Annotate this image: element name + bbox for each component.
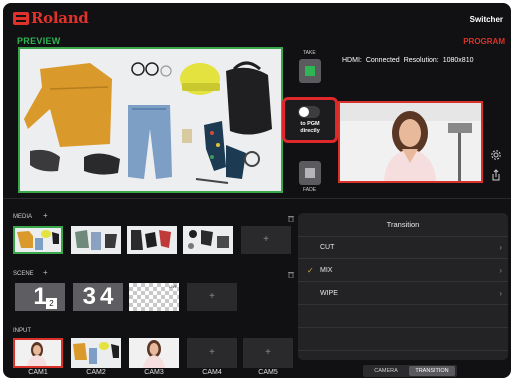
program-label: PROGRAM bbox=[463, 37, 505, 46]
transition-empty-row bbox=[298, 306, 508, 328]
scene-trash-icon[interactable] bbox=[288, 271, 294, 278]
pgm-label-line1: to PGM bbox=[300, 121, 320, 127]
chevron-right-icon: › bbox=[499, 289, 502, 298]
scene-add-button[interactable]: + bbox=[43, 268, 48, 277]
media-thumb-image bbox=[15, 228, 61, 252]
transition-panel: Transition CUT › ✓ MIX › WIPE › bbox=[298, 213, 508, 360]
cam1-input[interactable] bbox=[13, 338, 63, 368]
section-divider bbox=[3, 198, 511, 199]
cam3-label: CAM3 bbox=[144, 369, 164, 376]
option-label: MIX bbox=[320, 267, 333, 274]
preview-label: PREVIEW bbox=[17, 36, 61, 46]
fade-button[interactable] bbox=[299, 161, 321, 185]
cam5-empty-slot[interactable]: + bbox=[243, 338, 293, 368]
transition-empty-row bbox=[298, 329, 508, 351]
media-thumb-4[interactable] bbox=[183, 226, 233, 254]
scene-1-button[interactable]: 1 2 bbox=[15, 283, 65, 311]
program-image bbox=[340, 103, 481, 181]
cam1-thumb-image bbox=[15, 340, 61, 366]
brand-logo-text: Roland bbox=[31, 9, 89, 27]
scene-sub-number: 2 bbox=[46, 298, 57, 309]
take-square-icon bbox=[305, 66, 315, 76]
fade-label: FADE bbox=[303, 187, 317, 193]
transition-option-mix[interactable]: ✓ MIX › bbox=[298, 260, 508, 282]
to-pgm-directly-label: to PGM directly bbox=[285, 121, 335, 135]
cam3-input[interactable] bbox=[129, 338, 179, 368]
resolution-value: 1080x810 bbox=[442, 57, 474, 64]
scene-number: 3 bbox=[82, 283, 96, 310]
hdmi-connection: Connected bbox=[365, 57, 400, 64]
cam4-empty-slot[interactable]: + bbox=[187, 338, 237, 368]
cam2-input[interactable] bbox=[71, 338, 121, 368]
option-label: WIPE bbox=[320, 290, 338, 297]
roland-logo-icon bbox=[13, 12, 29, 25]
scene-2-button[interactable]: 34 bbox=[73, 283, 123, 311]
preview-monitor[interactable] bbox=[18, 47, 283, 193]
preview-image bbox=[20, 49, 281, 191]
transition-title: Transition bbox=[298, 213, 508, 237]
option-label: CUT bbox=[320, 244, 335, 251]
pgm-label-line2: directly bbox=[300, 128, 320, 134]
cam2-label: CAM2 bbox=[86, 369, 106, 376]
cam4-label: CAM4 bbox=[202, 369, 222, 376]
fade-square-icon bbox=[305, 168, 315, 178]
scene-add-slot[interactable]: + bbox=[187, 283, 237, 311]
hdmi-label: HDMI: bbox=[342, 57, 362, 64]
input-label: INPUT bbox=[13, 328, 31, 334]
media-thumb-image bbox=[127, 226, 177, 254]
toggle-switch[interactable] bbox=[298, 106, 320, 118]
cam1-label: CAM1 bbox=[28, 369, 48, 376]
media-trash-icon[interactable] bbox=[288, 215, 294, 222]
tab-camera[interactable]: CAMERA bbox=[365, 366, 407, 376]
take-label: TAKE bbox=[303, 50, 316, 56]
to-pgm-directly-toggle[interactable]: to PGM directly bbox=[282, 97, 338, 143]
scene-number: 1 bbox=[33, 283, 47, 310]
share-icon[interactable] bbox=[490, 169, 502, 181]
checkmark-icon: ✓ bbox=[307, 266, 314, 275]
cam3-thumb-image bbox=[129, 338, 179, 368]
scene-number: 4 bbox=[100, 283, 114, 310]
chevron-right-icon: › bbox=[499, 243, 502, 252]
panel-tabs: CAMERA TRANSITION bbox=[363, 365, 457, 377]
switcher-app: Roland Switcher PREVIEW PROGRAM HDMI: Co… bbox=[3, 3, 511, 378]
media-thumb-1[interactable] bbox=[13, 226, 63, 254]
media-thumb-2[interactable] bbox=[71, 226, 121, 254]
resolution-label: Resolution: bbox=[403, 57, 439, 64]
toggle-knob bbox=[299, 107, 309, 117]
media-thumb-3[interactable] bbox=[127, 226, 177, 254]
scene-3-button[interactable]: LIVE bbox=[129, 283, 179, 311]
chevron-right-icon: › bbox=[499, 266, 502, 275]
scene-label: SCENE bbox=[13, 271, 34, 277]
cam2-thumb-image bbox=[71, 338, 121, 368]
transition-option-cut[interactable]: CUT › bbox=[298, 237, 508, 259]
app-title: Switcher bbox=[469, 15, 503, 24]
media-add-button[interactable]: + bbox=[43, 211, 48, 220]
tab-transition[interactable]: TRANSITION bbox=[409, 366, 455, 376]
settings-gear-icon[interactable] bbox=[490, 149, 502, 161]
hdmi-status: HDMI: Connected Resolution: 1080x810 bbox=[342, 57, 478, 64]
media-label: MEDIA bbox=[13, 214, 33, 220]
media-add-slot[interactable]: + bbox=[241, 226, 291, 254]
live-tag: LIVE bbox=[169, 285, 177, 289]
take-button[interactable] bbox=[299, 59, 321, 83]
media-thumb-image bbox=[183, 226, 233, 254]
media-thumb-image bbox=[71, 226, 121, 254]
program-monitor[interactable] bbox=[338, 101, 483, 183]
transition-option-wipe[interactable]: WIPE › bbox=[298, 283, 508, 305]
cam5-label: CAM5 bbox=[258, 369, 278, 376]
